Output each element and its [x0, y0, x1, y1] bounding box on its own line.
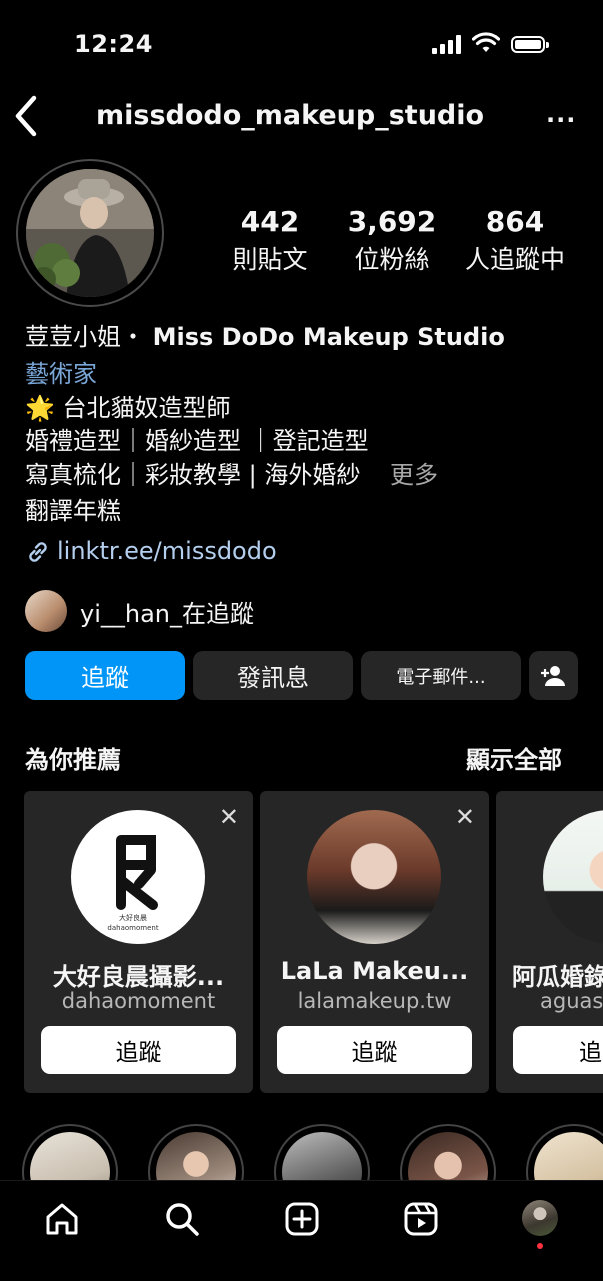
- notification-dot: [537, 1243, 543, 1249]
- posts-count[interactable]: 442 則貼文: [210, 205, 330, 276]
- bio-line-4: 翻譯年糕: [25, 497, 121, 525]
- profile-username: missdodo_makeup_studio: [96, 100, 485, 131]
- suggested-follow-button[interactable]: 追: [513, 1026, 603, 1074]
- add-user-icon: [540, 665, 565, 686]
- posts-value: 442: [240, 205, 300, 238]
- profile-category: 藝術家: [25, 360, 97, 388]
- suggested-card[interactable]: ✕ LaLa Makeu... lalamakeup.tw 追蹤: [260, 791, 489, 1093]
- following-value: 864: [485, 205, 545, 238]
- back-arrow-icon[interactable]: [12, 94, 42, 138]
- suggest-users-button[interactable]: [529, 651, 578, 700]
- bio-line-3: 寫真梳化｜彩妝教學 | 海外婚紗: [25, 461, 361, 489]
- follower-avatar[interactable]: [25, 590, 67, 632]
- following-label: 人追蹤中: [464, 245, 565, 274]
- create-icon[interactable]: [284, 1201, 320, 1237]
- battery-icon: [511, 36, 549, 53]
- bio-line-2: 婚禮造型｜婚紗造型 ｜登記造型: [25, 427, 369, 455]
- logo-sub-text: dahaomoment: [107, 924, 158, 932]
- more-options-icon[interactable]: ···: [546, 106, 576, 134]
- suggested-follow-button[interactable]: 追蹤: [41, 1026, 236, 1074]
- suggested-card[interactable]: ✕ 大好良晨 dahaomoment 大好良晨攝影... dahaomoment…: [24, 791, 253, 1093]
- suggested-handle: lalamakeup.tw: [297, 989, 452, 1013]
- logo-cn-text: 大好良晨: [119, 913, 147, 922]
- suggested-name: LaLa Makeu...: [280, 957, 469, 985]
- followed-by-text[interactable]: yi__han_在追蹤: [80, 594, 254, 629]
- follow-button[interactable]: 追蹤: [25, 651, 185, 700]
- bottom-nav: [0, 1180, 603, 1281]
- message-button[interactable]: 發訊息: [193, 651, 353, 700]
- suggested-title: 為你推薦: [25, 746, 121, 774]
- dismiss-icon[interactable]: ✕: [455, 803, 475, 831]
- bio-line-3-row: 寫真梳化｜彩妝教學 | 海外婚紗 更多: [25, 458, 438, 492]
- dismiss-icon[interactable]: ✕: [219, 803, 239, 831]
- email-button[interactable]: 電子郵件...: [361, 651, 521, 700]
- suggested-avatar: 大好良晨 dahaomoment: [71, 810, 205, 944]
- bio-link[interactable]: linktr.ee/missdodo: [25, 537, 277, 565]
- status-time: 12:24: [74, 30, 153, 58]
- suggested-card[interactable]: 阿瓜婚錄 aguas 追: [496, 791, 603, 1093]
- followers-value: 3,692: [347, 205, 437, 238]
- reels-icon[interactable]: [403, 1201, 439, 1237]
- suggested-name: 阿瓜婚錄: [512, 963, 603, 991]
- wifi-icon: [472, 32, 500, 52]
- profile-avatar[interactable]: [26, 169, 154, 297]
- link-icon: [29, 542, 47, 562]
- suggested-follow-button[interactable]: 追蹤: [277, 1026, 472, 1074]
- bio-link-text: linktr.ee/missdodo: [57, 537, 277, 565]
- see-all-link[interactable]: 顯示全部: [466, 740, 562, 775]
- bio-more-link[interactable]: 更多: [390, 461, 438, 489]
- name-cn: 荳荳小姐・: [25, 323, 145, 351]
- search-icon[interactable]: [164, 1201, 200, 1237]
- suggested-handle: dahaomoment: [61, 989, 216, 1013]
- name-en: Miss DoDo Makeup Studio: [152, 323, 505, 351]
- suggested-handle: aguas: [540, 989, 603, 1013]
- home-icon[interactable]: [44, 1201, 80, 1237]
- suggested-avatar: [307, 810, 441, 944]
- profile-name: 荳荳小姐・ Miss DoDo Makeup Studio: [25, 320, 505, 354]
- bio-line-1: 🌟 台北貓奴造型師: [25, 394, 231, 422]
- signal-icon: [432, 34, 464, 54]
- posts-label: 則貼文: [232, 245, 308, 274]
- followers-count[interactable]: 3,692 位粉絲: [332, 205, 452, 276]
- following-count[interactable]: 864 人追蹤中: [455, 205, 575, 276]
- suggested-avatar: [543, 810, 603, 944]
- followers-label: 位粉絲: [354, 245, 430, 274]
- suggested-name: 大好良晨攝影...: [52, 963, 225, 991]
- profile-avatar[interactable]: [522, 1200, 558, 1236]
